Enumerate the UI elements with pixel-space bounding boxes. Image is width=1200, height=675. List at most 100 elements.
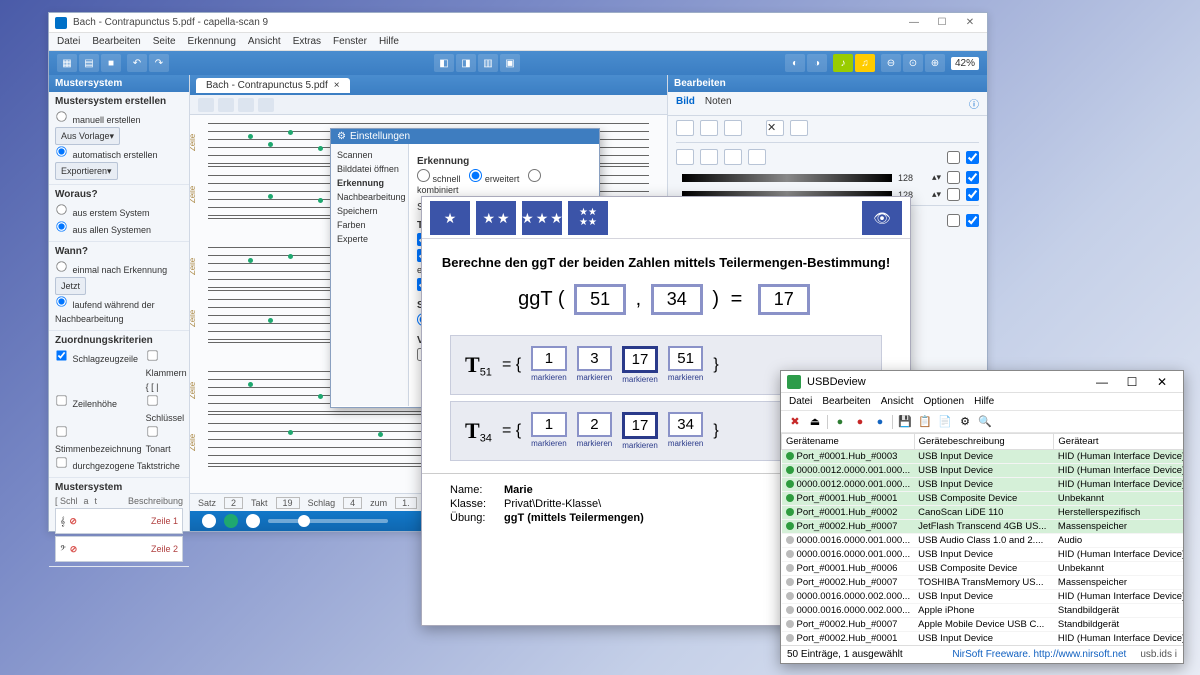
tb-rec-icon[interactable]: ♫ bbox=[855, 54, 875, 72]
tool-y-icon[interactable] bbox=[790, 120, 808, 136]
props-icon[interactable]: 📄 bbox=[937, 414, 953, 430]
val-satz[interactable]: 2 bbox=[224, 497, 243, 509]
nav-nachbearb[interactable]: Nachbearbeitung bbox=[335, 190, 404, 204]
input-b[interactable]: 34 bbox=[651, 284, 703, 315]
input-a[interactable]: 51 bbox=[574, 284, 626, 315]
table-row[interactable]: Port_#0001.Hub_#0002CanoScan LiDE 110Her… bbox=[782, 506, 1184, 520]
menu-seite[interactable]: Seite bbox=[153, 36, 176, 47]
table-row[interactable]: 0000.0016.0000.002.000...Apple iPhoneSta… bbox=[782, 604, 1184, 618]
gradient-bar[interactable] bbox=[682, 174, 892, 182]
wann-once[interactable]: einmal nach Erkennung Jetzt bbox=[55, 260, 183, 295]
menu-bearbeiten[interactable]: Bearbeiten bbox=[822, 396, 870, 407]
input-result[interactable]: 17 bbox=[758, 284, 810, 315]
table-row[interactable]: 0000.0016.0000.002.000...USB Input Devic… bbox=[782, 590, 1184, 604]
nav-farben[interactable]: Farben bbox=[335, 218, 404, 232]
div-cell[interactable]: 3markieren bbox=[577, 346, 613, 384]
tab-close-icon[interactable]: × bbox=[334, 80, 340, 91]
from-template-btn[interactable]: Aus Vorlage▾ bbox=[55, 127, 120, 145]
difficulty-4[interactable]: ★★★★ bbox=[568, 201, 608, 235]
chk-takt[interactable]: durchgezogene Taktstriche bbox=[55, 456, 187, 473]
wann-live[interactable]: laufend während der Nachbearbeitung bbox=[55, 295, 183, 326]
div-cell[interactable]: 51markieren bbox=[668, 346, 704, 384]
nav-erkennung[interactable]: Erkennung bbox=[335, 176, 404, 190]
dialog-title[interactable]: ⚙ Einstellungen bbox=[331, 129, 599, 144]
div-cell[interactable]: 1markieren bbox=[531, 346, 567, 384]
table-row[interactable]: 0000.0012.0000.001.000...USB Input Devic… bbox=[782, 478, 1184, 492]
tool-1-icon[interactable] bbox=[676, 120, 694, 136]
maximize-button[interactable]: ☐ bbox=[1117, 373, 1147, 391]
table-row[interactable]: Port_#0002.Hub_#0007JetFlash Transcend 4… bbox=[782, 520, 1184, 534]
nav-speichern[interactable]: Speichern bbox=[335, 204, 404, 218]
subtb-2-icon[interactable] bbox=[218, 98, 234, 112]
val-takt[interactable]: 19 bbox=[276, 497, 300, 509]
playback-slider[interactable] bbox=[268, 519, 388, 523]
table-row[interactable]: Port_#0002.Hub_#0001USB Input DeviceHID … bbox=[782, 632, 1184, 646]
enable-icon[interactable]: ● bbox=[832, 414, 848, 430]
menu-optionen[interactable]: Optionen bbox=[924, 396, 965, 407]
tb-layout3-icon[interactable]: ▥ bbox=[478, 54, 498, 72]
menu-ansicht[interactable]: Ansicht bbox=[248, 36, 281, 47]
chk-d[interactable] bbox=[966, 171, 979, 184]
maximize-button[interactable]: ☐ bbox=[931, 16, 953, 30]
tab-noten[interactable]: Noten bbox=[705, 96, 732, 111]
div-cell[interactable]: 2markieren bbox=[577, 412, 613, 450]
chk-zeilenhoehe[interactable]: Zeilenhöhe bbox=[55, 394, 142, 425]
subtb-4-icon[interactable] bbox=[258, 98, 274, 112]
mus-row-1[interactable]: 𝄞⊘Zeile 1 bbox=[55, 508, 183, 534]
shape-1-icon[interactable] bbox=[676, 149, 694, 165]
div-cell[interactable]: 17markieren bbox=[622, 346, 658, 384]
tool-2-icon[interactable] bbox=[700, 120, 718, 136]
nav-bilddatei[interactable]: Bilddatei öffnen bbox=[335, 162, 404, 176]
tb-layout4-icon[interactable]: ▣ bbox=[500, 54, 520, 72]
opt-erweitert[interactable]: erweitert bbox=[469, 174, 519, 184]
titlebar[interactable]: Bach - Contrapunctus 5.pdf - capella-sca… bbox=[49, 13, 987, 33]
shape-4-icon[interactable] bbox=[748, 149, 766, 165]
val-zum[interactable]: 1. bbox=[395, 497, 417, 509]
tb-play-icon[interactable]: ♪ bbox=[833, 54, 853, 72]
tb-undo-icon[interactable]: ↶ bbox=[127, 54, 147, 72]
tb-zoomfit-icon[interactable]: ⊙ bbox=[903, 54, 923, 72]
opt-schnell[interactable]: schnell bbox=[417, 174, 461, 184]
chk-g[interactable] bbox=[947, 214, 960, 227]
tb-save-icon[interactable]: ■ bbox=[101, 54, 121, 72]
tb-zoomin-icon[interactable]: ⊕ bbox=[925, 54, 945, 72]
val-schlag[interactable]: 4 bbox=[343, 497, 362, 509]
menu-hilfe[interactable]: Hilfe bbox=[974, 396, 994, 407]
find-icon[interactable]: 🔍 bbox=[977, 414, 993, 430]
eject-icon[interactable]: ⏏ bbox=[807, 414, 823, 430]
tb-zoomout-icon[interactable]: ⊖ bbox=[881, 54, 901, 72]
tool-x-icon[interactable]: ✕ bbox=[766, 120, 784, 136]
menu-hilfe[interactable]: Hilfe bbox=[379, 36, 399, 47]
tool-3-icon[interactable] bbox=[724, 120, 742, 136]
tb-layout2-icon[interactable]: ◨ bbox=[456, 54, 476, 72]
table-row[interactable]: Port_#0001.Hub_#0001USB Composite Device… bbox=[782, 492, 1184, 506]
table-row[interactable]: Port_#0002.Hub_#0007Apple Mobile Device … bbox=[782, 618, 1184, 632]
chk-tonart[interactable]: Tonart bbox=[146, 425, 187, 456]
refresh-icon[interactable]: ● bbox=[872, 414, 888, 430]
menu-datei[interactable]: Datei bbox=[57, 36, 80, 47]
tb-redo-icon[interactable]: ↷ bbox=[149, 54, 169, 72]
shape-3-icon[interactable] bbox=[724, 149, 742, 165]
disable-icon[interactable]: ● bbox=[852, 414, 868, 430]
tb-open-icon[interactable]: ▤ bbox=[79, 54, 99, 72]
menu-erkennung[interactable]: Erkennung bbox=[188, 36, 236, 47]
difficulty-3[interactable]: ★★★ bbox=[522, 201, 562, 235]
rewind-icon[interactable] bbox=[202, 514, 216, 528]
subtb-1-icon[interactable] bbox=[198, 98, 214, 112]
reveal-button[interactable]: 👁 bbox=[862, 201, 902, 235]
minimize-button[interactable]: — bbox=[903, 16, 925, 30]
chk-schluessel[interactable]: Schlüssel bbox=[146, 394, 187, 425]
table-row[interactable]: Port_#0001.Hub_#0003USB Input DeviceHID … bbox=[782, 450, 1184, 464]
div-cell[interactable]: 17markieren bbox=[622, 412, 658, 450]
create-auto[interactable]: automatisch erstellen Exportieren▾ bbox=[55, 145, 183, 180]
menu-datei[interactable]: Datei bbox=[789, 396, 812, 407]
doc-tab[interactable]: Bach - Contrapunctus 5.pdf× bbox=[196, 78, 350, 93]
menu-bearbeiten[interactable]: Bearbeiten bbox=[92, 36, 140, 47]
chk-schlag[interactable]: Schlagzeugzeile bbox=[55, 349, 142, 394]
mus-row-2[interactable]: 𝄢⊘Zeile 2 bbox=[55, 536, 183, 562]
tb-new-icon[interactable]: ▦ bbox=[57, 54, 77, 72]
device-grid[interactable]: Gerätename Gerätebeschreibung Geräteart … bbox=[781, 433, 1183, 645]
titlebar[interactable]: USBDeview — ☐ ✕ bbox=[781, 371, 1183, 393]
shape-2-icon[interactable] bbox=[700, 149, 718, 165]
status-credit[interactable]: NirSoft Freeware. http://www.nirsoft.net bbox=[952, 649, 1126, 660]
